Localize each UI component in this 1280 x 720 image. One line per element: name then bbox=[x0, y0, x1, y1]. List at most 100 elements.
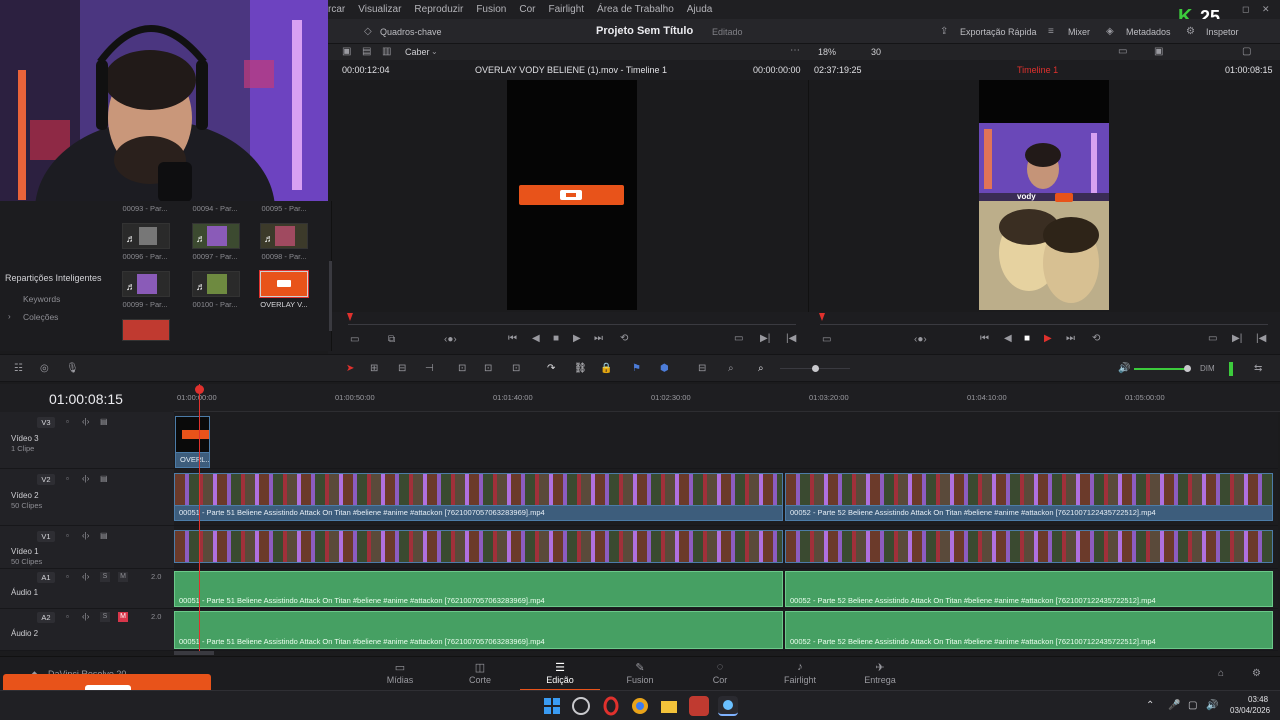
source-scrub-bar[interactable] bbox=[348, 324, 796, 325]
fit-dropdown[interactable]: Caber bbox=[405, 47, 430, 57]
timeline-options-icon[interactable]: ☷ bbox=[14, 364, 23, 374]
timeline-playhead-marker[interactable] bbox=[819, 313, 825, 321]
audio-clip-51-a2[interactable]: 00051 - Parte 51 Beliene Assistindo Atta… bbox=[174, 611, 783, 649]
mixer-button[interactable]: Mixer bbox=[1068, 27, 1090, 37]
chevron-right-icon[interactable]: › bbox=[8, 312, 11, 321]
timeline-play-reverse-icon[interactable]: ◀ bbox=[1004, 334, 1012, 344]
timeline-jump-end-icon[interactable]: ⏭ bbox=[1066, 334, 1075, 344]
volume-slider[interactable] bbox=[1134, 368, 1188, 370]
media-thumbnail[interactable]: ♬ bbox=[260, 223, 308, 249]
timeline-stop-icon[interactable]: ■ bbox=[1024, 334, 1030, 344]
flag-icon[interactable]: ⚑ bbox=[632, 364, 641, 374]
source-clip-icon[interactable]: ⧉ bbox=[388, 335, 395, 345]
source-playhead-marker[interactable] bbox=[347, 313, 353, 321]
zoom-full-icon[interactable]: ⊟ bbox=[698, 364, 706, 374]
volume-icon[interactable]: 🔊 bbox=[1118, 364, 1130, 374]
trim-tool-icon[interactable]: ⊞ bbox=[370, 364, 378, 374]
track-header-v3[interactable]: V3 ▫ ‹|› ▤ Vídeo 3 1 Clipe bbox=[0, 412, 174, 469]
video-clip-51-label[interactable]: 00051 - Parte 51 Beliene Assistindo Atta… bbox=[174, 506, 783, 521]
audio-clip-52-a2[interactable]: 00052 - Parte 52 Beliene Assistindo Atta… bbox=[785, 611, 1273, 649]
auto-select-icon[interactable]: ‹|› bbox=[82, 612, 89, 622]
selection-tool-icon[interactable]: ➤ bbox=[346, 364, 354, 374]
mixer-icon[interactable]: ≡ bbox=[1048, 27, 1054, 37]
mute-button[interactable]: M bbox=[118, 572, 128, 582]
track-lane-v1[interactable] bbox=[174, 526, 1278, 569]
streaming-app-icon[interactable] bbox=[689, 696, 709, 716]
page-edit[interactable]: ☰ Edição bbox=[520, 657, 600, 691]
mark-in-icon[interactable]: |◀ bbox=[786, 334, 796, 344]
menu-item-cor[interactable]: Cor bbox=[519, 4, 535, 15]
fullscreen-icon[interactable]: ▢ bbox=[1242, 47, 1251, 57]
auto-select-icon[interactable]: ‹|› bbox=[82, 572, 89, 582]
menu-item-fusion[interactable]: Fusion bbox=[476, 4, 506, 15]
media-thumbnail[interactable] bbox=[122, 319, 170, 341]
lock-icon[interactable]: ▫ bbox=[66, 612, 69, 622]
keyframes-icon[interactable]: ◇ bbox=[364, 27, 372, 37]
media-thumbnail[interactable]: ♬ bbox=[122, 271, 170, 297]
timeline-mark-out-icon[interactable]: ▶| bbox=[1232, 334, 1242, 344]
timeline-jump-start-icon[interactable]: ⏮ bbox=[980, 334, 989, 344]
timeline-viewer-frame[interactable]: vody bbox=[979, 80, 1109, 310]
timeline-scrub-bar[interactable] bbox=[820, 324, 1268, 325]
video-clip-52[interactable] bbox=[785, 473, 1273, 506]
keywords-item[interactable]: Keywords bbox=[23, 294, 60, 304]
track-visibility-icon[interactable]: ▤ bbox=[100, 531, 108, 541]
grid-icon[interactable]: ▤ bbox=[362, 47, 371, 57]
davinci-resolve-taskbar-icon[interactable] bbox=[718, 696, 738, 716]
media-thumbnail[interactable]: ♬ bbox=[122, 223, 170, 249]
page-deliver[interactable]: ✈ Entrega bbox=[840, 657, 920, 691]
restore-icon[interactable]: ◻ bbox=[1242, 4, 1249, 14]
timeline-jog-icon[interactable]: ‹●› bbox=[914, 335, 927, 345]
obs-icon[interactable] bbox=[571, 696, 591, 716]
menu-item-visualizar[interactable]: Visualizar bbox=[358, 4, 401, 15]
start-icon[interactable] bbox=[542, 696, 562, 716]
timeline-ruler[interactable]: 01:00:00:00 01:00:50:00 01:01:40:00 01:0… bbox=[174, 384, 1280, 412]
inspector-button[interactable]: Inspetor bbox=[1206, 27, 1239, 37]
audio-clip-51[interactable]: 00051 - Parte 51 Beliene Assistindo Atta… bbox=[174, 571, 783, 607]
insert-icon[interactable]: ⊡ bbox=[458, 364, 466, 374]
mic-tray-icon[interactable]: 🎤 bbox=[1168, 701, 1180, 711]
settings-icon[interactable]: ⚙ bbox=[1252, 669, 1261, 679]
match-frame-icon[interactable]: ▭ bbox=[734, 334, 743, 344]
timeline-horizontal-scrollbar[interactable] bbox=[174, 651, 214, 655]
tray-chevron-up-icon[interactable]: ⌃ bbox=[1146, 701, 1154, 711]
chrome-icon[interactable] bbox=[630, 696, 650, 716]
source-jog-icon[interactable]: ‹●› bbox=[444, 335, 457, 345]
timeline-playhead[interactable] bbox=[199, 384, 200, 652]
page-media[interactable]: ▭ Mídias bbox=[360, 657, 440, 691]
inspector-icon[interactable]: ⚙ bbox=[1186, 27, 1195, 37]
timeline-match-frame-icon[interactable]: ▭ bbox=[1208, 334, 1217, 344]
page-color[interactable]: ◌ Cor bbox=[680, 657, 760, 691]
view-icon[interactable]: ◎ bbox=[40, 364, 49, 374]
play-reverse-icon[interactable]: ◀ bbox=[532, 334, 540, 344]
list-icon[interactable]: ▥ bbox=[382, 47, 391, 57]
link-icon[interactable]: ⛓ bbox=[574, 364, 587, 374]
lock-icon[interactable]: ▫ bbox=[66, 417, 69, 427]
snapping-icon[interactable]: ↷ bbox=[547, 364, 555, 374]
overlay-clip[interactable] bbox=[175, 416, 210, 453]
auto-select-icon[interactable]: ‹|› bbox=[82, 531, 89, 541]
menu-item-fairlight[interactable]: Fairlight bbox=[548, 4, 584, 15]
auto-select-icon[interactable]: ‹|› bbox=[82, 417, 89, 427]
mark-out-icon[interactable]: ▶| bbox=[760, 334, 770, 344]
track-visibility-icon[interactable]: ▤ bbox=[100, 417, 108, 427]
lock-icon[interactable]: ▫ bbox=[66, 531, 69, 541]
zoom-slider-handle[interactable] bbox=[812, 365, 819, 372]
lock-icon[interactable]: 🔒 bbox=[600, 364, 612, 374]
source-clip-name[interactable]: OVERLAY VODY BELIENE (1).mov - Timeline … bbox=[475, 65, 667, 75]
play-icon[interactable]: ▶ bbox=[573, 334, 581, 344]
layout-icon[interactable]: ▣ bbox=[342, 47, 351, 57]
home-icon[interactable]: ⌂ bbox=[1218, 669, 1224, 679]
loop-icon[interactable]: ⟲ bbox=[620, 334, 628, 344]
menu-item-area-de-trabalho[interactable]: Área de Trabalho bbox=[597, 4, 674, 15]
blade-tool-icon[interactable]: ⊣ bbox=[425, 364, 434, 374]
audio-clip-52[interactable]: 00052 - Parte 52 Beliene Assistindo Atta… bbox=[785, 571, 1273, 607]
metadata-button[interactable]: Metadados bbox=[1126, 27, 1171, 37]
overlay-thumbnail-selected[interactable] bbox=[259, 270, 309, 298]
lock-icon[interactable]: ▫ bbox=[66, 474, 69, 484]
track-lane-a1[interactable]: 00051 - Parte 51 Beliene Assistindo Atta… bbox=[174, 569, 1278, 609]
timeline-play-icon[interactable]: ▶ bbox=[1044, 334, 1052, 344]
volume-slider-handle[interactable] bbox=[1184, 365, 1191, 372]
page-fusion[interactable]: ✎ Fusion bbox=[600, 657, 680, 691]
playhead-handle[interactable] bbox=[195, 385, 204, 394]
